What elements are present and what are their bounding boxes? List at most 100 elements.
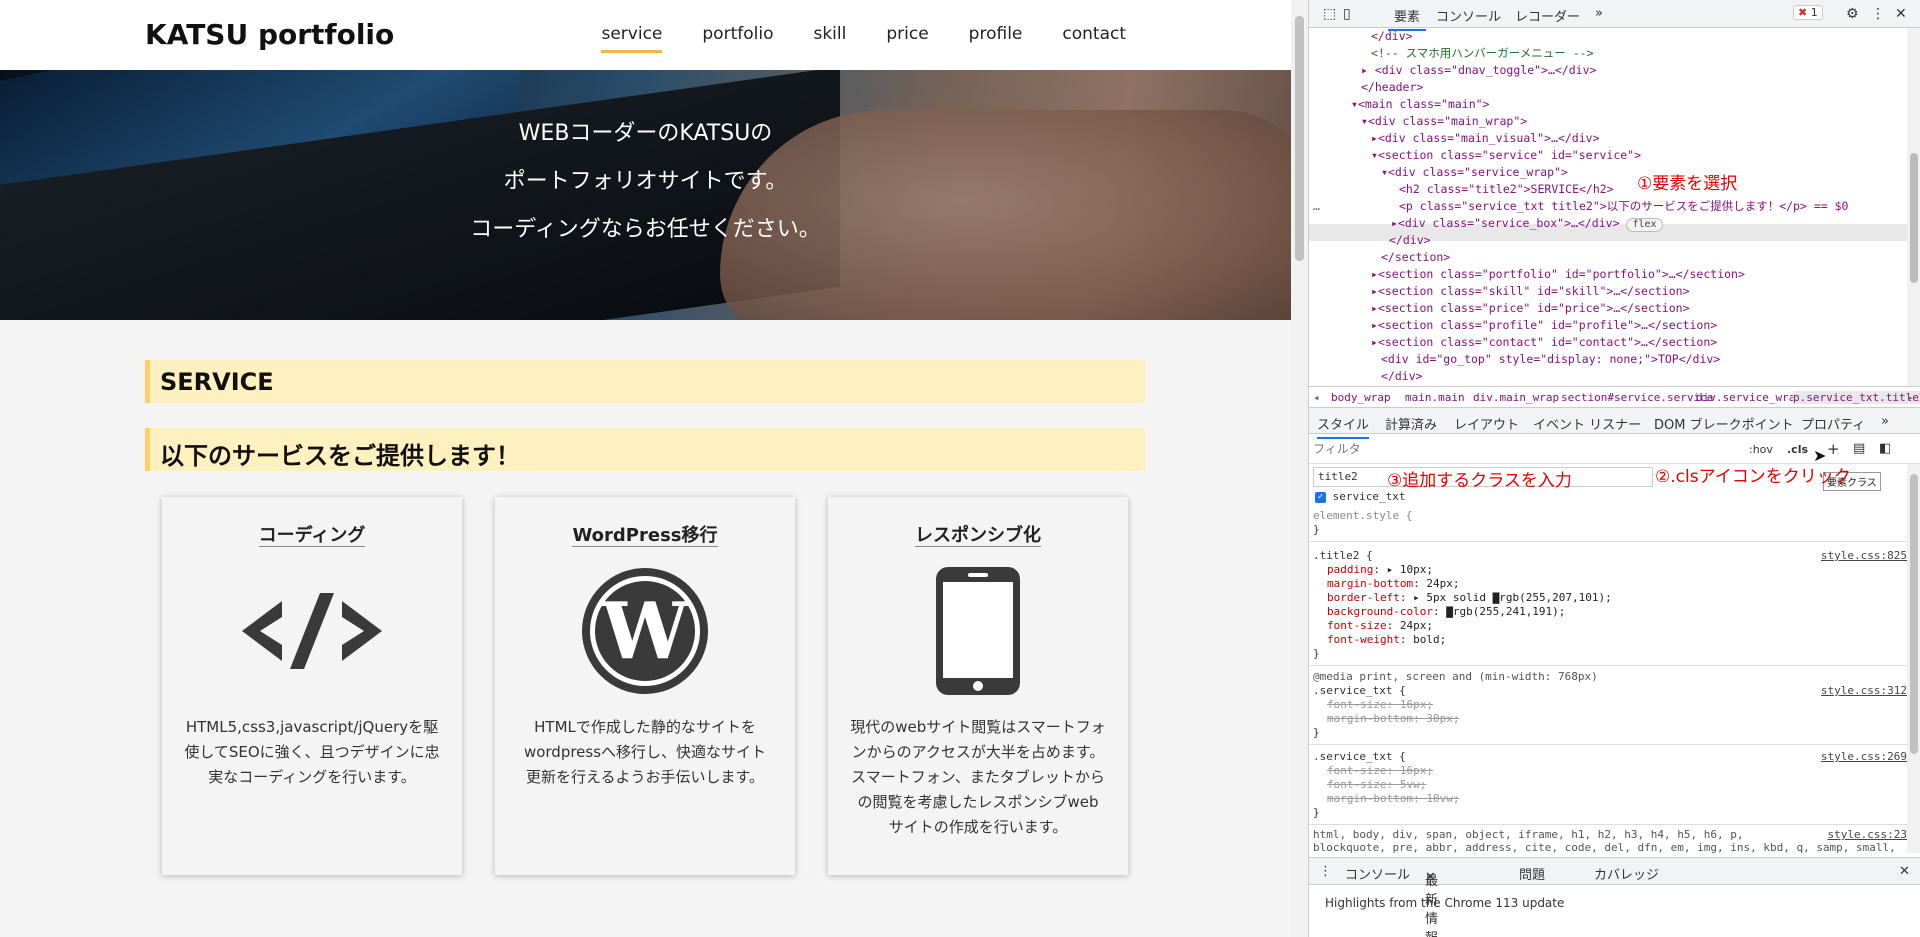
tab-recorder[interactable]: レコーダー bbox=[1515, 6, 1580, 25]
kebab-icon[interactable]: ⋮ bbox=[1871, 6, 1885, 22]
css-declaration[interactable]: border-left: ▸ 5px solid ▇rgb(255,207,10… bbox=[1327, 591, 1612, 605]
expand-arrow-icon[interactable]: ▸ bbox=[1371, 284, 1378, 298]
filter-input[interactable] bbox=[1313, 440, 1713, 458]
dom-line[interactable]: ▾<div class="main_wrap"> bbox=[1361, 113, 1527, 130]
rule-source-link[interactable]: style.css:269 bbox=[1821, 750, 1907, 764]
nav-skill[interactable]: skill bbox=[813, 24, 846, 53]
dom-line[interactable]: ▸<div class="service_box">…</div> flex bbox=[1391, 215, 1663, 232]
tab-computed[interactable]: 計算済み bbox=[1385, 414, 1437, 433]
page-scrollbar[interactable] bbox=[1291, 0, 1308, 937]
collapse-arrow-icon[interactable]: ▾ bbox=[1351, 97, 1358, 111]
checkbox[interactable]: ✓ bbox=[1315, 491, 1326, 503]
tab-layout[interactable]: レイアウト bbox=[1454, 414, 1519, 433]
dom-line[interactable]: ▸<section class="price" id="price">…</se… bbox=[1371, 300, 1690, 317]
nav-price[interactable]: price bbox=[886, 24, 928, 53]
dom-line[interactable]: ▸<section class="skill" id="skill">…</se… bbox=[1371, 283, 1690, 300]
css-declaration-overridden[interactable]: font-size: 16px; bbox=[1327, 764, 1433, 778]
tab-console[interactable]: コンソール bbox=[1436, 6, 1501, 25]
nav-profile[interactable]: profile bbox=[969, 24, 1023, 53]
dom-line[interactable]: </div> bbox=[1371, 28, 1413, 45]
dom-line[interactable]: ▸<div class="main_visual">…</div> bbox=[1371, 130, 1600, 147]
rule-selector[interactable]: .service_txt { bbox=[1313, 684, 1406, 698]
device-toolbar-icon[interactable]: ▯ bbox=[1343, 6, 1351, 22]
dom-line[interactable]: </header> bbox=[1361, 79, 1423, 96]
reset-rule-selector[interactable]: blockquote, pre, abbr, address, cite, co… bbox=[1313, 841, 1896, 853]
tab-more[interactable]: » bbox=[1881, 414, 1889, 429]
dom-line[interactable]: <h2 class="title2">SERVICE</h2> bbox=[1399, 181, 1614, 198]
scrollbar-thumb[interactable] bbox=[1910, 474, 1918, 754]
error-badge[interactable]: ✖ 1 bbox=[1793, 5, 1823, 20]
drawer-tab-coverage[interactable]: カバレッジ bbox=[1594, 864, 1659, 883]
scrollbar-thumb[interactable] bbox=[1910, 153, 1918, 283]
css-declaration[interactable]: font-size: 24px; bbox=[1327, 619, 1433, 633]
rule-selector[interactable]: .title2 { bbox=[1313, 549, 1373, 563]
breadcrumb-item[interactable]: div.main_wrap bbox=[1473, 391, 1559, 404]
css-declaration-overridden[interactable]: margin-bottom: 10vw; bbox=[1327, 792, 1459, 806]
dom-line[interactable]: ▾<main class="main"> bbox=[1351, 96, 1490, 113]
site-logo[interactable]: KATSU portfolio bbox=[145, 18, 394, 51]
expand-arrow-icon[interactable]: ▸ bbox=[1371, 318, 1378, 332]
drawer-tab-console[interactable]: コンソール bbox=[1345, 864, 1410, 883]
collapse-arrow-icon[interactable]: ▾ bbox=[1381, 165, 1388, 179]
expand-arrow-icon[interactable]: ▸ bbox=[1371, 131, 1378, 145]
dom-line[interactable]: ▸<section class="contact" id="contact">…… bbox=[1371, 334, 1717, 351]
tab-properties[interactable]: プロパティ bbox=[1801, 414, 1865, 433]
breadcrumb-item-active[interactable]: p.service_txt.title2 bbox=[1793, 391, 1920, 404]
dom-line[interactable]: </section> bbox=[1381, 249, 1450, 266]
rule-selector[interactable]: .service_txt { bbox=[1313, 750, 1406, 764]
computed-styles-icon[interactable]: ▤ bbox=[1853, 441, 1865, 456]
whats-new-text[interactable]: Highlights from the Chrome 113 update bbox=[1325, 896, 1564, 910]
rule-source-link[interactable]: style.css:825 bbox=[1821, 549, 1907, 563]
rule-source-link[interactable]: style.css:23 bbox=[1828, 828, 1907, 842]
expand-arrow-icon[interactable]: ▸ bbox=[1371, 267, 1378, 281]
gear-icon[interactable]: ⚙ bbox=[1846, 6, 1859, 22]
dom-line[interactable]: </div> bbox=[1381, 368, 1423, 385]
tab-more[interactable]: » bbox=[1595, 6, 1603, 21]
css-declaration-overridden[interactable]: font-size: 5vw; bbox=[1327, 778, 1426, 792]
dom-line-selected[interactable]: <p class="service_txt title2">以下のサービスをご提… bbox=[1399, 198, 1848, 215]
rule-source-link[interactable]: style.css:312 bbox=[1821, 684, 1907, 698]
breadcrumb-item[interactable]: section#service.service bbox=[1561, 391, 1713, 404]
collapse-arrow-icon[interactable]: ▾ bbox=[1371, 148, 1378, 162]
css-declaration[interactable]: font-weight: bold; bbox=[1327, 633, 1446, 647]
css-declaration[interactable]: background-color: ▇rgb(255,241,191); bbox=[1327, 605, 1565, 619]
dom-scrollbar[interactable] bbox=[1907, 28, 1920, 386]
close-icon[interactable]: ✕ bbox=[1895, 6, 1907, 22]
breadcrumb-item[interactable]: main.main bbox=[1405, 391, 1465, 404]
close-icon[interactable]: ✕ bbox=[1899, 864, 1910, 879]
dom-line[interactable]: ▾<section class="service" id="service"> bbox=[1371, 147, 1641, 164]
dom-line[interactable]: ▸<section class="portfolio" id="portfoli… bbox=[1371, 266, 1745, 283]
reset-rule-selector[interactable]: html, body, div, span, object, iframe, h… bbox=[1313, 828, 1743, 842]
drawer-menu-icon[interactable]: ⋮ bbox=[1319, 864, 1332, 879]
nav-service[interactable]: service bbox=[601, 24, 663, 53]
expand-arrow-icon[interactable]: ▸ bbox=[1391, 216, 1398, 230]
drawer-tab-issues[interactable]: 問題 bbox=[1519, 864, 1545, 883]
nav-contact[interactable]: contact bbox=[1062, 24, 1126, 53]
dom-ellipsis[interactable]: … bbox=[1313, 198, 1320, 215]
collapse-arrow-icon[interactable]: ▾ bbox=[1361, 114, 1368, 128]
add-rule-icon[interactable]: + bbox=[1827, 440, 1840, 458]
nav-portfolio[interactable]: portfolio bbox=[702, 24, 773, 53]
expand-arrow-icon[interactable]: ▸ bbox=[1371, 335, 1378, 349]
breadcrumb-item[interactable]: div.service_wrap bbox=[1696, 391, 1802, 404]
css-declaration-overridden[interactable]: margin-bottom: 30px; bbox=[1327, 712, 1459, 726]
tab-dom-breakpoints[interactable]: DOM ブレークポイント bbox=[1654, 414, 1794, 433]
flex-badge[interactable]: flex bbox=[1626, 218, 1663, 232]
inspect-icon[interactable]: ⬚ bbox=[1323, 6, 1336, 22]
expand-arrow-icon[interactable]: ▸ bbox=[1371, 301, 1378, 315]
breadcrumb-right-icon[interactable]: ▸ bbox=[1907, 391, 1914, 404]
dom-line[interactable]: ▸ <div class="dnav_toggle">…</div> bbox=[1361, 62, 1596, 79]
dom-line[interactable]: <div id="go_top" style="display: none;">… bbox=[1381, 351, 1720, 368]
toggle-sidebar-icon[interactable]: ◧ bbox=[1879, 441, 1891, 456]
breadcrumb-left-icon[interactable]: ◂ bbox=[1313, 391, 1320, 404]
dom-line[interactable]: ▸<section class="profile" id="profile">…… bbox=[1371, 317, 1717, 334]
scrollbar-thumb[interactable] bbox=[1295, 16, 1304, 261]
css-declaration[interactable]: margin-bottom: 24px; bbox=[1327, 577, 1459, 591]
dom-line[interactable]: </div> bbox=[1389, 232, 1431, 249]
cls-button[interactable]: .cls bbox=[1787, 443, 1808, 456]
breadcrumb-item[interactable]: body_wrap bbox=[1331, 391, 1391, 404]
css-declaration-overridden[interactable]: font-size: 16px; bbox=[1327, 698, 1433, 712]
styles-scrollbar[interactable] bbox=[1907, 464, 1920, 853]
dom-line[interactable]: ▾<div class="service_wrap"> bbox=[1381, 164, 1568, 181]
dom-line[interactable]: <!-- スマホ用ハンバーガーメニュー --> bbox=[1371, 45, 1594, 62]
